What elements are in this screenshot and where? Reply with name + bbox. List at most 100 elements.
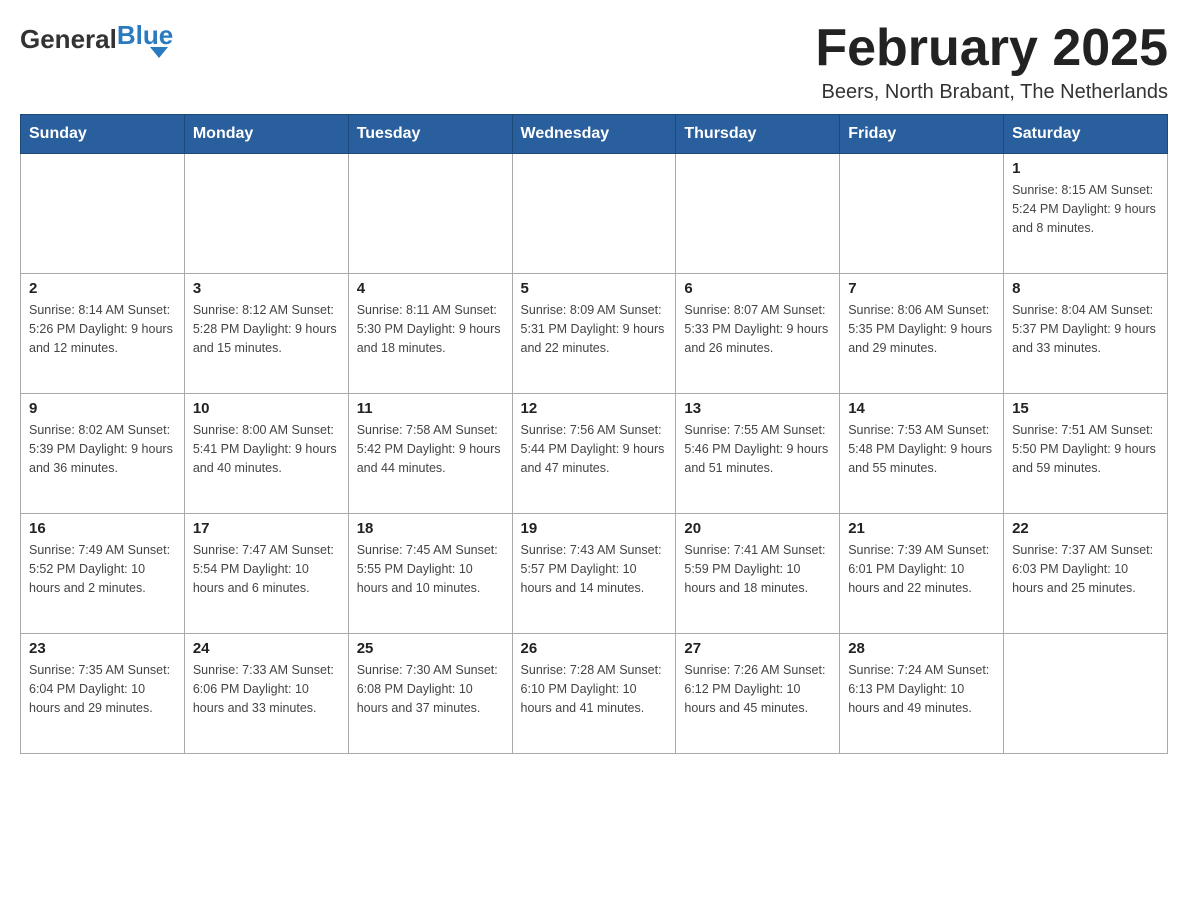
day-number: 23 (29, 640, 176, 657)
day-header-thursday: Thursday (676, 115, 840, 154)
day-info: Sunrise: 7:43 AM Sunset: 5:57 PM Dayligh… (521, 541, 668, 597)
day-number: 7 (848, 280, 995, 297)
day-cell: 20 Sunrise: 7:41 AM Sunset: 5:59 PM Dayli… (676, 514, 840, 634)
day-info: Sunrise: 7:55 AM Sunset: 5:46 PM Dayligh… (684, 421, 831, 477)
day-cell (184, 154, 348, 274)
day-info: Sunrise: 7:37 AM Sunset: 6:03 PM Dayligh… (1012, 541, 1159, 597)
week-row-2: 2 Sunrise: 8:14 AM Sunset: 5:26 PM Daylig… (21, 274, 1168, 394)
day-info: Sunrise: 7:35 AM Sunset: 6:04 PM Dayligh… (29, 661, 176, 717)
day-info: Sunrise: 8:11 AM Sunset: 5:30 PM Dayligh… (357, 301, 504, 357)
day-header-tuesday: Tuesday (348, 115, 512, 154)
day-number: 5 (521, 280, 668, 297)
day-cell (21, 154, 185, 274)
day-cell: 18Sunrise: 7:45 AM Sunset: 5:55 PM Dayli… (348, 514, 512, 634)
day-info: Sunrise: 7:53 AM Sunset: 5:48 PM Dayligh… (848, 421, 995, 477)
day-cell: 5 Sunrise: 8:09 AM Sunset: 5:31 PM Daylig… (512, 274, 676, 394)
day-cell: 1 Sunrise: 8:15 AM Sunset: 5:24 PM Daylig… (1004, 154, 1168, 274)
day-number: 25 (357, 640, 504, 657)
day-cell: 13 Sunrise: 7:55 AM Sunset: 5:46 PM Dayli… (676, 394, 840, 514)
day-cell: 11 Sunrise: 7:58 AM Sunset: 5:42 PM Dayli… (348, 394, 512, 514)
calendar-title: February 2025 (815, 20, 1168, 77)
day-number: 9 (29, 400, 176, 417)
day-cell (840, 154, 1004, 274)
day-cell: 23 Sunrise: 7:35 AM Sunset: 6:04 PM Dayli… (21, 634, 185, 754)
day-number: 4 (357, 280, 504, 297)
day-header-monday: Monday (184, 115, 348, 154)
day-number: 27 (684, 640, 831, 657)
title-section: February 2025 Beers, North Brabant, The … (815, 20, 1168, 104)
week-row-3: 9 Sunrise: 8:02 AM Sunset: 5:39 PM Daylig… (21, 394, 1168, 514)
day-info: Sunrise: 7:58 AM Sunset: 5:42 PM Dayligh… (357, 421, 504, 477)
day-info: Sunrise: 7:39 AM Sunset: 6:01 PM Dayligh… (848, 541, 995, 597)
day-cell: 17 Sunrise: 7:47 AM Sunset: 5:54 PM Dayli… (184, 514, 348, 634)
day-cell: 3 Sunrise: 8:12 AM Sunset: 5:28 PM Daylig… (184, 274, 348, 394)
day-cell: 28Sunrise: 7:24 AM Sunset: 6:13 PM Dayli… (840, 634, 1004, 754)
day-info: Sunrise: 8:12 AM Sunset: 5:28 PM Dayligh… (193, 301, 340, 357)
day-cell: 19 Sunrise: 7:43 AM Sunset: 5:57 PM Dayli… (512, 514, 676, 634)
day-number: 20 (684, 520, 831, 537)
day-header-saturday: Saturday (1004, 115, 1168, 154)
day-info: Sunrise: 7:56 AM Sunset: 5:44 PM Dayligh… (521, 421, 668, 477)
day-info: Sunrise: 8:02 AM Sunset: 5:39 PM Dayligh… (29, 421, 176, 477)
day-info: Sunrise: 7:30 AM Sunset: 6:08 PM Dayligh… (357, 661, 504, 717)
day-info: Sunrise: 7:47 AM Sunset: 5:54 PM Dayligh… (193, 541, 340, 597)
day-number: 16 (29, 520, 176, 537)
day-cell: 8 Sunrise: 8:04 AM Sunset: 5:37 PM Daylig… (1004, 274, 1168, 394)
day-cell: 24 Sunrise: 7:33 AM Sunset: 6:06 PM Dayli… (184, 634, 348, 754)
day-number: 8 (1012, 280, 1159, 297)
logo: General Blue (20, 20, 173, 58)
day-info: Sunrise: 7:24 AM Sunset: 6:13 PM Dayligh… (848, 661, 995, 717)
day-number: 17 (193, 520, 340, 537)
day-info: Sunrise: 7:28 AM Sunset: 6:10 PM Dayligh… (521, 661, 668, 717)
logo-blue-block: Blue (117, 20, 173, 58)
day-info: Sunrise: 7:26 AM Sunset: 6:12 PM Dayligh… (684, 661, 831, 717)
day-cell: 22Sunrise: 7:37 AM Sunset: 6:03 PM Dayli… (1004, 514, 1168, 634)
day-number: 15 (1012, 400, 1159, 417)
calendar-table: SundayMondayTuesdayWednesdayThursdayFrid… (20, 114, 1168, 754)
day-number: 11 (357, 400, 504, 417)
day-number: 3 (193, 280, 340, 297)
day-cell: 26 Sunrise: 7:28 AM Sunset: 6:10 PM Dayli… (512, 634, 676, 754)
day-number: 18 (357, 520, 504, 537)
day-header-friday: Friday (840, 115, 1004, 154)
day-number: 24 (193, 640, 340, 657)
day-info: Sunrise: 8:14 AM Sunset: 5:26 PM Dayligh… (29, 301, 176, 357)
day-cell: 15 Sunrise: 7:51 AM Sunset: 5:50 PM Dayli… (1004, 394, 1168, 514)
day-number: 10 (193, 400, 340, 417)
week-row-5: 23 Sunrise: 7:35 AM Sunset: 6:04 PM Dayli… (21, 634, 1168, 754)
day-number: 19 (521, 520, 668, 537)
calendar-subtitle: Beers, North Brabant, The Netherlands (815, 81, 1168, 104)
day-cell: 7 Sunrise: 8:06 AM Sunset: 5:35 PM Daylig… (840, 274, 1004, 394)
day-cell (512, 154, 676, 274)
day-number: 21 (848, 520, 995, 537)
day-cell: 21 Sunrise: 7:39 AM Sunset: 6:01 PM Dayli… (840, 514, 1004, 634)
day-info: Sunrise: 7:49 AM Sunset: 5:52 PM Dayligh… (29, 541, 176, 597)
day-cell: 10 Sunrise: 8:00 AM Sunset: 5:41 PM Dayli… (184, 394, 348, 514)
week-row-4: 16 Sunrise: 7:49 AM Sunset: 5:52 PM Dayli… (21, 514, 1168, 634)
day-cell: 16 Sunrise: 7:49 AM Sunset: 5:52 PM Dayli… (21, 514, 185, 634)
day-info: Sunrise: 7:51 AM Sunset: 5:50 PM Dayligh… (1012, 421, 1159, 477)
day-cell: 14Sunrise: 7:53 AM Sunset: 5:48 PM Dayli… (840, 394, 1004, 514)
day-info: Sunrise: 8:00 AM Sunset: 5:41 PM Dayligh… (193, 421, 340, 477)
day-cell: 12Sunrise: 7:56 AM Sunset: 5:44 PM Dayli… (512, 394, 676, 514)
day-number: 6 (684, 280, 831, 297)
day-number: 13 (684, 400, 831, 417)
day-info: Sunrise: 7:33 AM Sunset: 6:06 PM Dayligh… (193, 661, 340, 717)
day-number: 2 (29, 280, 176, 297)
day-cell (348, 154, 512, 274)
week-row-1: 1 Sunrise: 8:15 AM Sunset: 5:24 PM Daylig… (21, 154, 1168, 274)
day-header-wednesday: Wednesday (512, 115, 676, 154)
logo-arrow-icon (150, 47, 168, 58)
day-cell: 4 Sunrise: 8:11 AM Sunset: 5:30 PM Daylig… (348, 274, 512, 394)
day-number: 1 (1012, 160, 1159, 177)
day-info: Sunrise: 8:04 AM Sunset: 5:37 PM Dayligh… (1012, 301, 1159, 357)
day-cell: 27 Sunrise: 7:26 AM Sunset: 6:12 PM Dayli… (676, 634, 840, 754)
day-info: Sunrise: 8:09 AM Sunset: 5:31 PM Dayligh… (521, 301, 668, 357)
day-cell (1004, 634, 1168, 754)
day-info: Sunrise: 8:15 AM Sunset: 5:24 PM Dayligh… (1012, 181, 1159, 237)
day-number: 26 (521, 640, 668, 657)
day-info: Sunrise: 7:41 AM Sunset: 5:59 PM Dayligh… (684, 541, 831, 597)
day-info: Sunrise: 8:06 AM Sunset: 5:35 PM Dayligh… (848, 301, 995, 357)
day-cell (676, 154, 840, 274)
day-cell: 6Sunrise: 8:07 AM Sunset: 5:33 PM Daylig… (676, 274, 840, 394)
